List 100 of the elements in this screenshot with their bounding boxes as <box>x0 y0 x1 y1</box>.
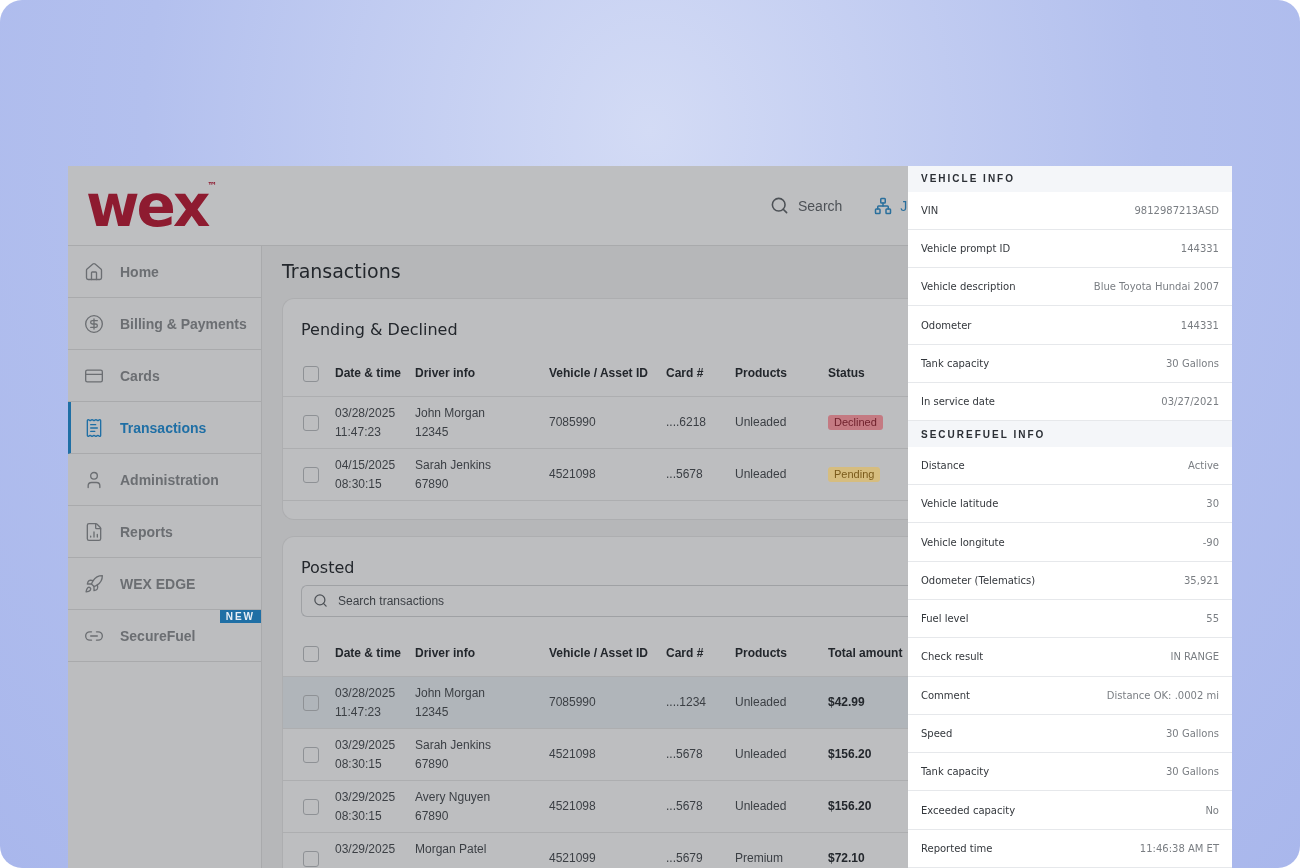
nav-item[interactable]: Home <box>68 246 261 298</box>
detail-value: Distance OK: .0002 mi <box>1106 689 1219 701</box>
checkbox[interactable] <box>303 365 319 382</box>
table-cell-text: 7085990 <box>549 416 597 429</box>
column-header: Driver info <box>415 367 476 380</box>
table-cell-text: Sarah Jenkins 67890 <box>415 737 493 773</box>
table-cell-text: 03/28/2025 11:47:23 <box>335 685 397 721</box>
table-cell-text: Premium <box>735 852 784 865</box>
table-cell-text: 4521098 <box>549 800 597 813</box>
table-cell-text: ...5678 <box>666 748 704 761</box>
table-cell-text: Unleaded <box>735 748 788 761</box>
report-file-icon <box>84 521 104 542</box>
column-header: Vehicle / Asset ID <box>549 367 649 380</box>
section-header: SECUREFUEL INFO <box>908 421 1232 447</box>
detail-value: 144331 <box>1180 319 1219 331</box>
card-title: Pending & Declined <box>300 319 459 341</box>
table-cell-text: 4521098 <box>549 748 597 761</box>
detail-value: Active <box>1188 459 1219 471</box>
nav-item[interactable]: Transactions <box>68 402 261 454</box>
detail-value: 144331 <box>1180 242 1219 254</box>
checkbox[interactable] <box>303 466 319 483</box>
checkbox[interactable] <box>303 645 319 662</box>
table-cell-text: Unleaded <box>735 696 788 709</box>
detail-label: Vehicle prompt ID <box>921 242 1011 254</box>
hierarchy-icon <box>874 196 893 215</box>
detail-label: Vehicle latitude <box>921 498 999 510</box>
table-cell-text: 03/29/2025 <box>335 841 397 858</box>
search-button[interactable]: Search <box>770 196 843 215</box>
home-icon <box>84 261 104 282</box>
column-header: Driver info <box>415 647 476 660</box>
detail-label: Tank capacity <box>921 357 990 369</box>
checkbox[interactable] <box>303 850 319 867</box>
nav-item[interactable]: Billing & Payments <box>68 298 261 350</box>
detail-value: 30 <box>1206 498 1219 510</box>
nav-item[interactable]: Cards <box>68 350 261 402</box>
detail-label: Tank capacity <box>921 766 990 778</box>
table-cell-text: Unleaded <box>735 416 788 429</box>
search-icon <box>313 593 328 608</box>
checkbox[interactable] <box>303 746 319 763</box>
checkbox[interactable] <box>303 798 319 815</box>
detail-label: VIN <box>921 204 939 216</box>
table-cell-text: 7085990 <box>549 696 597 709</box>
table-cell-text: $156.20 <box>828 800 873 813</box>
dollar-coin-icon <box>84 313 104 334</box>
detail-label: Vehicle description <box>921 281 1016 293</box>
checkbox[interactable] <box>303 414 319 431</box>
account-button[interactable]: J <box>874 196 908 215</box>
column-header: Total amount <box>828 647 904 660</box>
table-cell-text: Morgan Patel <box>415 841 488 858</box>
detail-value: No <box>1205 804 1219 816</box>
detail-value: 35,921 <box>1184 574 1219 586</box>
search-icon <box>770 196 789 215</box>
nav-item[interactable]: Reports <box>68 506 261 558</box>
nav-item[interactable]: Administration <box>68 454 261 506</box>
column-header: Date & time <box>335 367 403 380</box>
section-header: VEHICLE INFO <box>908 166 1232 192</box>
column-header: Card # <box>666 367 705 380</box>
search-field[interactable]: Search transactions <box>301 585 908 617</box>
table-cell-text: ....6218 <box>666 416 708 429</box>
detail-label: Speed <box>921 728 953 740</box>
table-cell-text: 03/29/2025 08:30:15 <box>335 737 397 773</box>
table-row[interactable]: 03/28/2025 11:47:23 John Morgan 12345 7085990 ....1234 Unleaded $42.99 <box>283 677 908 729</box>
table-cell-text: John Morgan 12345 <box>415 685 487 721</box>
nav-item[interactable]: SecureFuel NEW <box>68 610 261 662</box>
logo: wex™ <box>86 176 218 235</box>
detail-value: 9812987213ASD <box>1134 204 1219 216</box>
column-header: Products <box>735 367 788 380</box>
table-cell-text: 4521099 <box>549 852 597 865</box>
status-badge: Pending <box>828 467 881 482</box>
checkbox[interactable] <box>303 694 319 711</box>
new-badge: NEW <box>219 610 261 623</box>
table-cell-text: ...5678 <box>666 800 704 813</box>
table-cell-text: John Morgan 12345 <box>415 405 487 441</box>
table-cell-text: $72.10 <box>828 852 866 865</box>
table-cell-text: 4521098 <box>549 468 597 481</box>
detail-label: Comment <box>921 689 970 701</box>
table-cell-text: $156.20 <box>828 748 873 761</box>
table-cell-text: Unleaded <box>735 800 788 813</box>
card-title: Posted <box>300 557 356 577</box>
detail-value: 30 Gallons <box>1166 728 1219 740</box>
detail-label: Fuel level <box>921 613 969 625</box>
detail-label: Check result <box>921 651 984 663</box>
detail-value: Blue Toyota Hundai 2007 <box>1093 281 1219 293</box>
table-cell-text: 03/28/2025 11:47:23 <box>335 405 397 441</box>
detail-value: IN RANGE <box>1170 651 1219 663</box>
table-cell-text: 03/29/2025 08:30:15 <box>335 789 397 825</box>
rocket-icon <box>84 573 104 594</box>
table-cell-text: ....1234 <box>666 696 708 709</box>
table-cell-text: $42.99 <box>828 696 866 709</box>
detail-label: Vehicle longitute <box>921 536 1005 548</box>
detail-label: Reported time <box>921 842 993 854</box>
table-cell-text: ...5678 <box>666 468 704 481</box>
detail-label: Odometer (Telematics) <box>921 574 1036 586</box>
page-title: Transactions <box>282 260 402 282</box>
column-header: Status <box>828 367 866 380</box>
detail-value: 30 Gallons <box>1166 766 1219 778</box>
detail-value: 55 <box>1206 613 1219 625</box>
receipt-icon <box>84 417 104 438</box>
column-header: Card # <box>666 647 705 660</box>
table-cell-text: Unleaded <box>735 468 788 481</box>
